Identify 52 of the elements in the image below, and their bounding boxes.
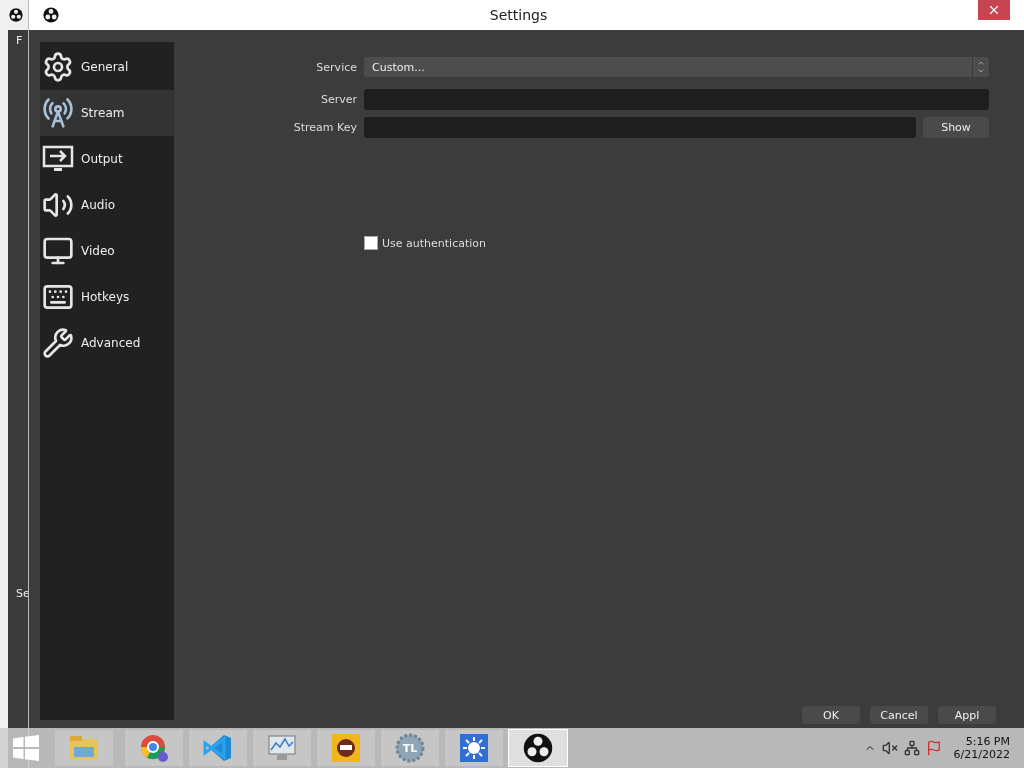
sidebar-label: Stream [81, 106, 125, 120]
flag-icon[interactable] [925, 740, 942, 756]
sidebar-label: Hotkeys [81, 290, 130, 304]
field-label: Server [319, 93, 357, 106]
obs-logo-icon [523, 733, 553, 763]
logo-icon [43, 7, 59, 23]
windows-icon [13, 735, 39, 761]
taskbar-app[interactable] [316, 729, 376, 767]
gear-logo-icon: TL [395, 733, 425, 763]
monitor-icon [42, 235, 74, 267]
window-title: Settings [488, 7, 549, 23]
browser-icon [139, 733, 169, 763]
sidebar-label: Video [81, 244, 115, 258]
game-icon [331, 733, 361, 763]
sidebar-label: Audio [81, 198, 116, 212]
field-label: Stream Key [292, 121, 357, 134]
dialog-button[interactable]: OK [802, 706, 860, 724]
speaker-muted-icon[interactable] [881, 740, 898, 756]
dialog-button[interactable]: Appl [938, 706, 996, 724]
sidebar-item[interactable]: Hotkeys [40, 274, 174, 320]
sidebar-item[interactable]: Stream [40, 90, 174, 136]
close-button[interactable] [978, 0, 1010, 20]
sidebar-label: General [81, 60, 129, 74]
code-editor-icon [203, 733, 233, 763]
logo-icon [9, 8, 23, 22]
clock-time: 5:16 PM [965, 735, 1010, 748]
chart-monitor-icon [267, 734, 297, 762]
sidebar-item[interactable]: General [40, 44, 174, 90]
sidebar-item[interactable]: Advanced [40, 320, 174, 366]
field-label: Service [315, 60, 357, 74]
checkbox[interactable] [364, 236, 378, 250]
checkbox-label: Use authentication [382, 236, 486, 250]
server-field[interactable] [364, 89, 989, 110]
stream-key-field[interactable] [364, 117, 916, 138]
folder-icon [69, 735, 99, 761]
close-icon [987, 3, 1001, 17]
dialog-button[interactable]: Cancel [870, 706, 928, 724]
sidebar-item[interactable]: Video [40, 228, 174, 274]
background-text: F [15, 34, 24, 47]
network-icon[interactable] [903, 740, 920, 756]
show-button[interactable]: Show [923, 117, 989, 138]
sidebar-label: Output [81, 152, 123, 166]
gear-icon [42, 51, 74, 83]
service-dropdown[interactable]: Custom... [364, 57, 989, 77]
sun-icon [459, 733, 489, 763]
sidebar-item[interactable]: Audio [40, 182, 174, 228]
sidebar-label: Advanced [81, 336, 141, 350]
clock[interactable]: 5:16 PM 6/21/2022 [953, 735, 1010, 761]
sidebar-item[interactable]: Output [40, 136, 174, 182]
clock-date: 6/21/2022 [953, 748, 1010, 761]
wrench-icon [42, 327, 74, 359]
antenna-icon [42, 97, 74, 129]
